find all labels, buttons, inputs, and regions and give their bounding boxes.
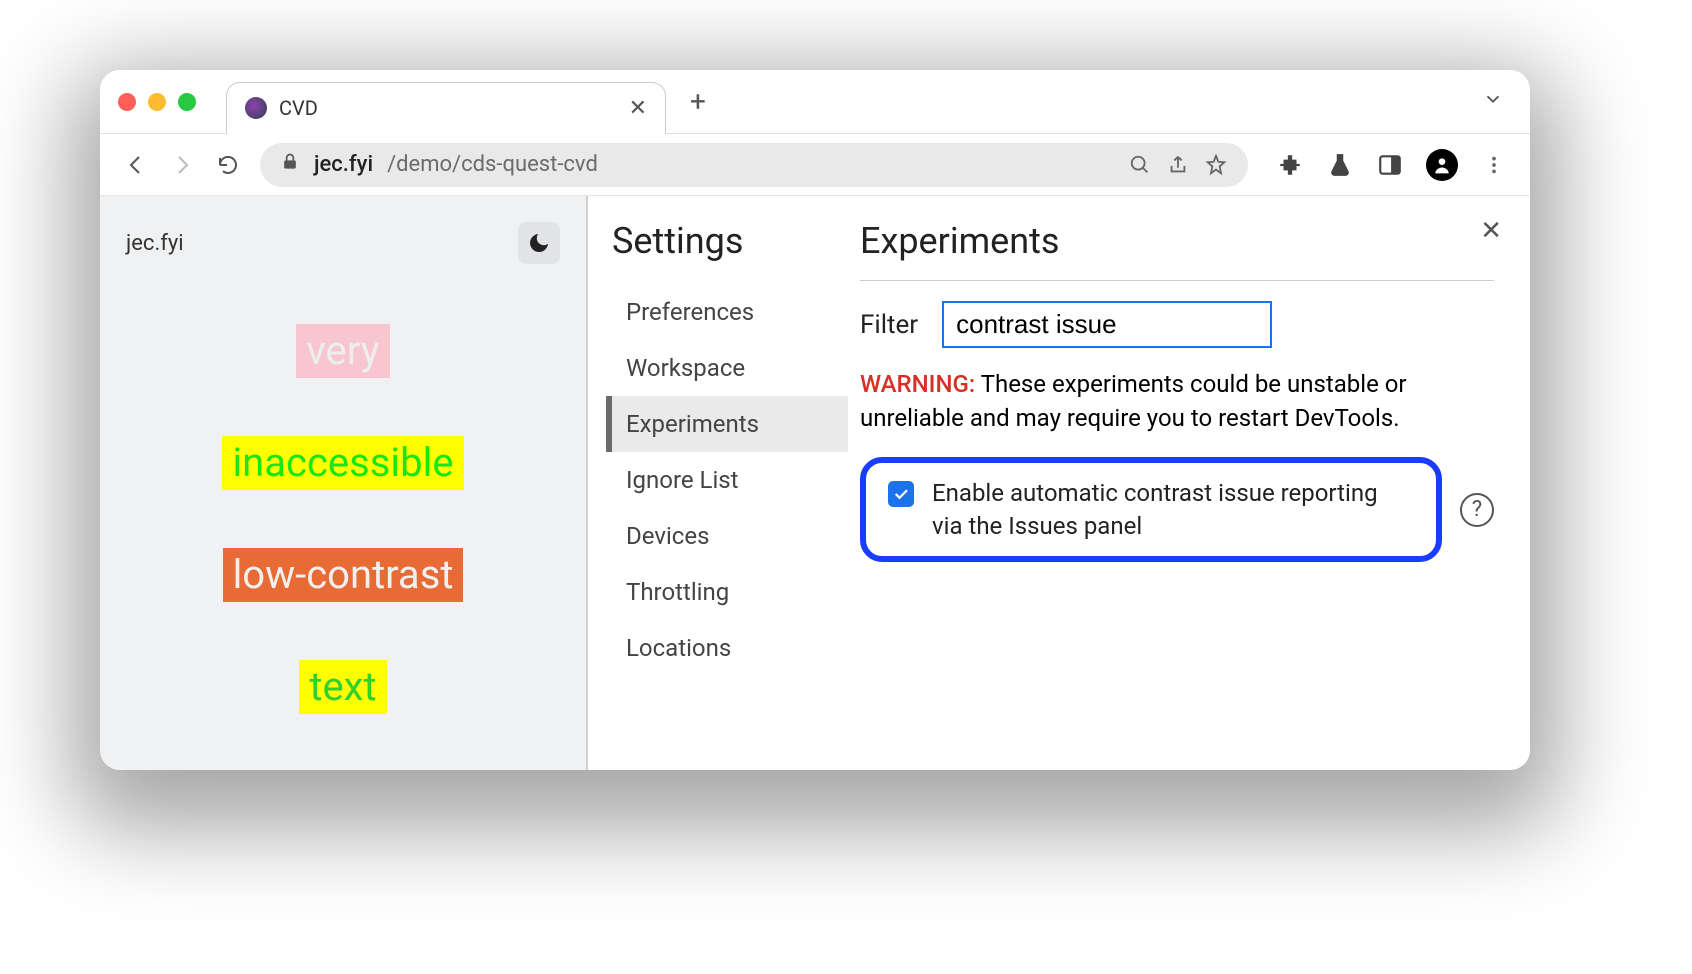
url-host: jec.fyi (314, 152, 373, 177)
window-controls (118, 93, 196, 111)
bookmark-icon[interactable] (1204, 153, 1228, 177)
minimize-window-button[interactable] (148, 93, 166, 111)
nav-devices[interactable]: Devices (612, 508, 848, 564)
browser-window: CVD ✕ + jec.fyi/demo/cds-quest-cvd (100, 70, 1530, 770)
toolbar: jec.fyi/demo/cds-quest-cvd (100, 134, 1530, 196)
theme-toggle-button[interactable] (518, 222, 560, 264)
close-settings-button[interactable]: ✕ (1480, 216, 1502, 246)
forward-button[interactable] (168, 151, 196, 179)
zoom-icon[interactable] (1128, 153, 1152, 177)
tab-title: CVD (279, 96, 617, 120)
nav-ignore-list[interactable]: Ignore List (612, 452, 848, 508)
url-path: /demo/cds-quest-cvd (387, 152, 598, 177)
extensions-icon[interactable] (1276, 151, 1304, 179)
profile-avatar[interactable] (1426, 149, 1458, 181)
lock-icon (280, 152, 300, 178)
demo-word: text (299, 660, 386, 714)
favicon-icon (245, 97, 267, 119)
experiment-label: Enable automatic contrast issue reportin… (932, 477, 1414, 542)
help-icon[interactable]: ? (1460, 493, 1494, 527)
experiment-checkbox[interactable] (888, 481, 914, 507)
demo-word: inaccessible (222, 436, 463, 490)
reload-button[interactable] (214, 151, 242, 179)
nav-throttling[interactable]: Throttling (612, 564, 848, 620)
address-bar[interactable]: jec.fyi/demo/cds-quest-cvd (260, 143, 1248, 187)
sidepanel-icon[interactable] (1376, 151, 1404, 179)
content-area: jec.fyi very inaccessible low-contrast t… (100, 196, 1530, 770)
experiment-item[interactable]: Enable automatic contrast issue reportin… (860, 457, 1442, 562)
fullscreen-window-button[interactable] (178, 93, 196, 111)
share-icon[interactable] (1166, 153, 1190, 177)
new-tab-button[interactable]: + (690, 85, 706, 118)
close-window-button[interactable] (118, 93, 136, 111)
tab-strip: CVD ✕ + (100, 70, 1530, 134)
settings-main: Experiments Filter WARNING: These experi… (848, 196, 1530, 770)
divider (860, 280, 1494, 281)
site-name: jec.fyi (126, 231, 184, 256)
moon-icon (527, 231, 551, 255)
demo-words: very inaccessible low-contrast text (126, 324, 560, 714)
menu-button[interactable] (1480, 151, 1508, 179)
warning-prefix: WARNING: (860, 370, 975, 398)
tabs-dropdown-button[interactable] (1482, 88, 1504, 115)
browser-tab[interactable]: CVD ✕ (226, 82, 666, 134)
nav-preferences[interactable]: Preferences (612, 284, 848, 340)
nav-locations[interactable]: Locations (612, 620, 848, 676)
close-tab-button[interactable]: ✕ (629, 96, 647, 121)
labs-icon[interactable] (1326, 151, 1354, 179)
nav-workspace[interactable]: Workspace (612, 340, 848, 396)
filter-input[interactable] (942, 301, 1272, 348)
filter-label: Filter (860, 310, 918, 340)
back-button[interactable] (122, 151, 150, 179)
demo-word: very (296, 324, 389, 378)
nav-experiments[interactable]: Experiments (606, 396, 848, 452)
check-icon (892, 485, 910, 503)
rendered-page: jec.fyi very inaccessible low-contrast t… (100, 196, 588, 770)
demo-word: low-contrast (223, 548, 464, 602)
warning-text: WARNING: These experiments could be unst… (860, 368, 1494, 435)
settings-heading: Settings (612, 220, 848, 262)
settings-sidebar: Settings Preferences Workspace Experimen… (588, 196, 848, 770)
toolbar-actions (1276, 149, 1508, 181)
experiments-heading: Experiments (860, 220, 1494, 262)
devtools-settings-panel: ✕ Settings Preferences Workspace Experim… (588, 196, 1530, 770)
